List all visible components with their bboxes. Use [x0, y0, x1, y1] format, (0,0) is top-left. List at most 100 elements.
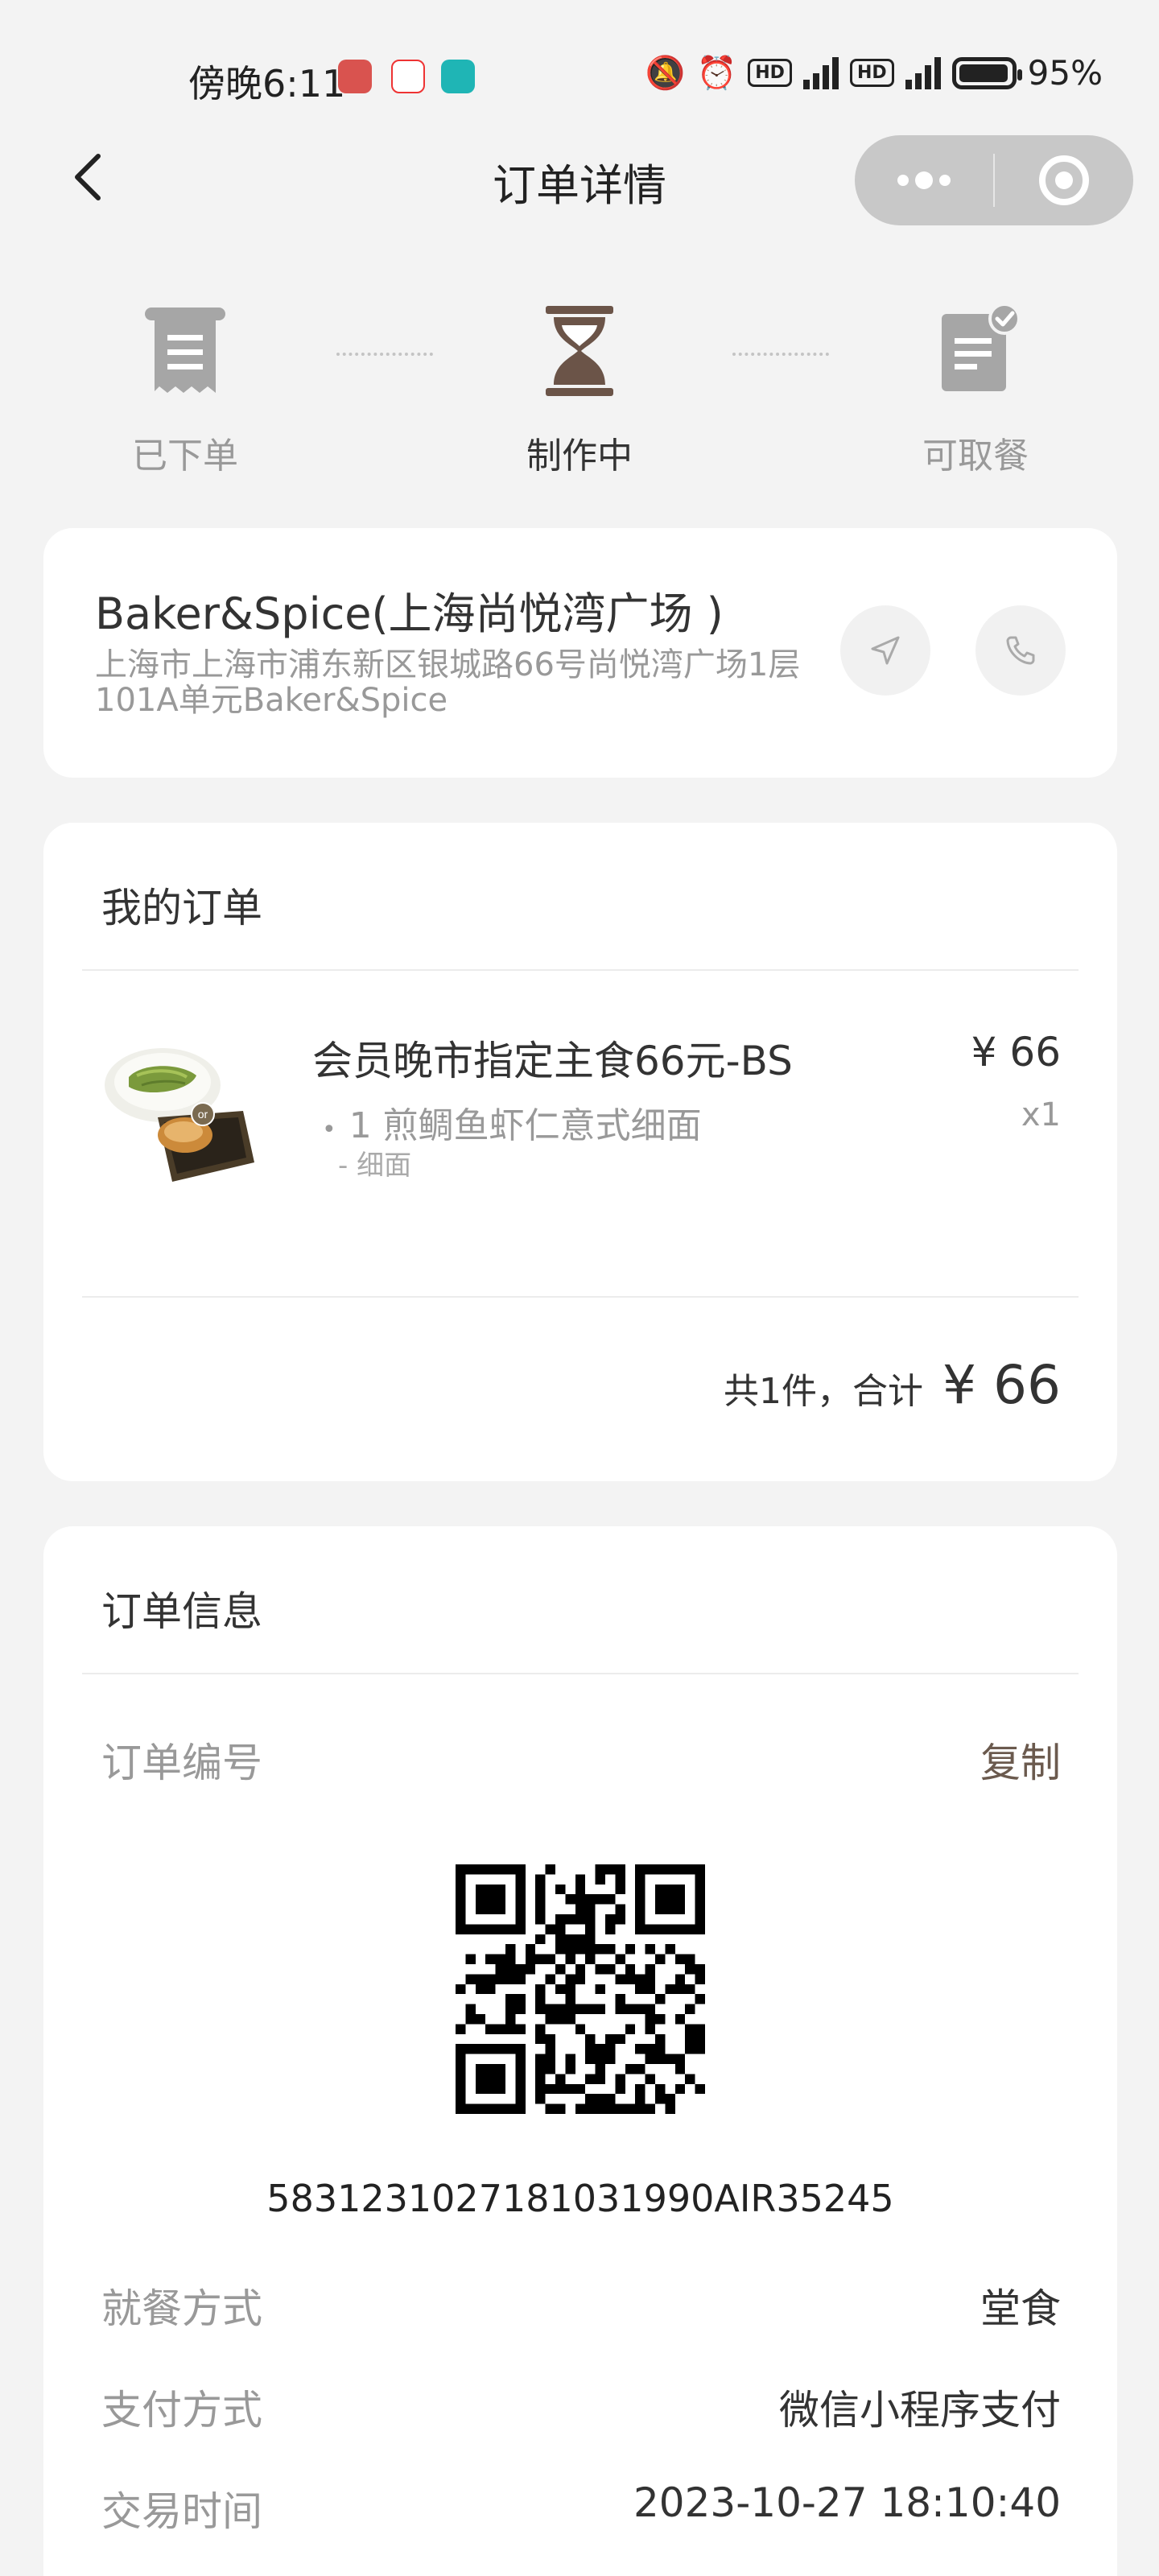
qr-module — [665, 2054, 675, 2064]
qr-module — [655, 1884, 686, 1914]
qr-module — [535, 1954, 546, 1964]
navigation-arrow-icon — [871, 636, 900, 665]
qr-module — [545, 2014, 555, 2025]
more-menu-button[interactable] — [855, 135, 993, 225]
qr-module — [695, 2024, 705, 2034]
item-option: • 1 煎鲷鱼虾仁意式细面 — [322, 1096, 702, 1148]
qr-module — [685, 2044, 695, 2054]
item-option-note: - 细面 — [338, 1150, 412, 1182]
store-name: Baker&Spice(上海尚悦湾广场 ) — [95, 588, 724, 639]
signal-icon — [802, 56, 839, 89]
qr-module — [515, 1994, 526, 2004]
qr-module — [595, 1984, 605, 1995]
close-mini-program-button[interactable] — [995, 135, 1133, 225]
qr-module — [555, 1934, 566, 1945]
qr-module — [645, 1944, 655, 1955]
qr-module — [605, 2094, 616, 2104]
app-notification-icon — [338, 60, 372, 93]
qr-module — [645, 2024, 655, 2034]
qr-module — [625, 2024, 636, 2034]
item-price: ¥ 66 — [971, 1029, 1061, 1075]
order-number: 5831231027181031990AIR35245 — [266, 2177, 894, 2220]
qr-module — [575, 1944, 586, 1955]
qr-module — [695, 1974, 705, 1984]
qr-module — [685, 1964, 695, 1975]
qr-module — [575, 2024, 586, 2034]
qr-module — [505, 1994, 516, 2004]
qr-module — [525, 1944, 536, 1955]
more-icon — [915, 171, 933, 189]
qr-module — [595, 2094, 605, 2104]
qr-module — [585, 1944, 596, 1955]
qr-module — [645, 1974, 655, 1984]
qr-module — [595, 1944, 605, 1955]
qr-module — [575, 2004, 586, 2014]
qr-module — [615, 2004, 625, 2014]
qr-module — [635, 2083, 645, 2095]
qr-module — [535, 2033, 546, 2045]
qr-module — [615, 1904, 625, 1914]
qr-module — [625, 2064, 636, 2074]
qr-module — [535, 2074, 546, 2084]
bullet-icon: • — [322, 1116, 336, 1144]
qr-module — [635, 2044, 645, 2054]
qr-module — [585, 2094, 596, 2104]
qr-module — [555, 2083, 566, 2095]
navigate-button[interactable] — [840, 605, 930, 696]
payment-method-value: 微信小程序支付 — [779, 2387, 1061, 2434]
qr-module — [585, 1924, 596, 1934]
item-option-label: 1 煎鲷鱼虾仁意式细面 — [349, 1105, 702, 1146]
qr-module — [545, 1864, 555, 1875]
qr-module — [615, 1954, 625, 1964]
qr-module — [555, 2014, 566, 2025]
qr-module — [515, 2024, 526, 2034]
qr-module — [605, 2033, 616, 2045]
my-order-title: 我的订单 — [101, 885, 262, 931]
qr-module — [655, 2044, 666, 2054]
qr-module — [655, 2054, 666, 2064]
qr-module — [625, 1944, 636, 1955]
qr-module — [685, 1954, 695, 1964]
qr-module — [615, 2083, 625, 2095]
qr-module — [645, 2004, 655, 2014]
qr-module — [495, 1954, 505, 1964]
qr-module — [615, 1914, 625, 1925]
qr-module — [505, 1944, 516, 1955]
qr-module — [465, 2004, 476, 2014]
qr-module — [485, 2024, 496, 2034]
qr-module — [565, 1934, 575, 1945]
qr-module — [485, 1984, 496, 1995]
qr-module — [535, 1884, 546, 1895]
qr-module — [605, 2054, 616, 2064]
qr-module — [625, 1964, 636, 1975]
qr-module — [575, 2103, 586, 2114]
qr-module — [635, 2064, 645, 2074]
qr-module — [555, 1884, 566, 1895]
qr-module — [575, 2083, 586, 2095]
copy-button[interactable]: 复制 — [980, 1731, 1061, 1789]
qr-module — [585, 1954, 596, 1964]
call-store-button[interactable] — [975, 605, 1066, 696]
mute-icon: 🔕 — [645, 55, 686, 92]
total-label: 共1件，合计 — [724, 1371, 924, 1412]
qr-module — [475, 2064, 505, 2095]
qr-module — [575, 1934, 586, 1945]
qr-module — [535, 1914, 546, 1925]
qr-module — [674, 2054, 686, 2064]
qr-module — [565, 2054, 575, 2064]
qr-module — [505, 1974, 516, 1984]
qr-module — [535, 1984, 546, 1995]
qr-module — [535, 1894, 546, 1905]
phone-icon — [1006, 636, 1035, 665]
more-icon — [897, 175, 909, 186]
hourglass-icon — [546, 306, 613, 396]
qr-module — [605, 2044, 616, 2054]
qr-module — [545, 2064, 555, 2074]
step-label: 制作中 — [526, 436, 633, 477]
qr-module — [625, 1974, 636, 1984]
total-amount: ¥ 66 — [942, 1354, 1061, 1416]
qr-module — [475, 2014, 486, 2025]
qr-module — [535, 1874, 546, 1885]
qr-module — [645, 2074, 655, 2084]
payment-method-label: 支付方式 — [101, 2387, 262, 2434]
